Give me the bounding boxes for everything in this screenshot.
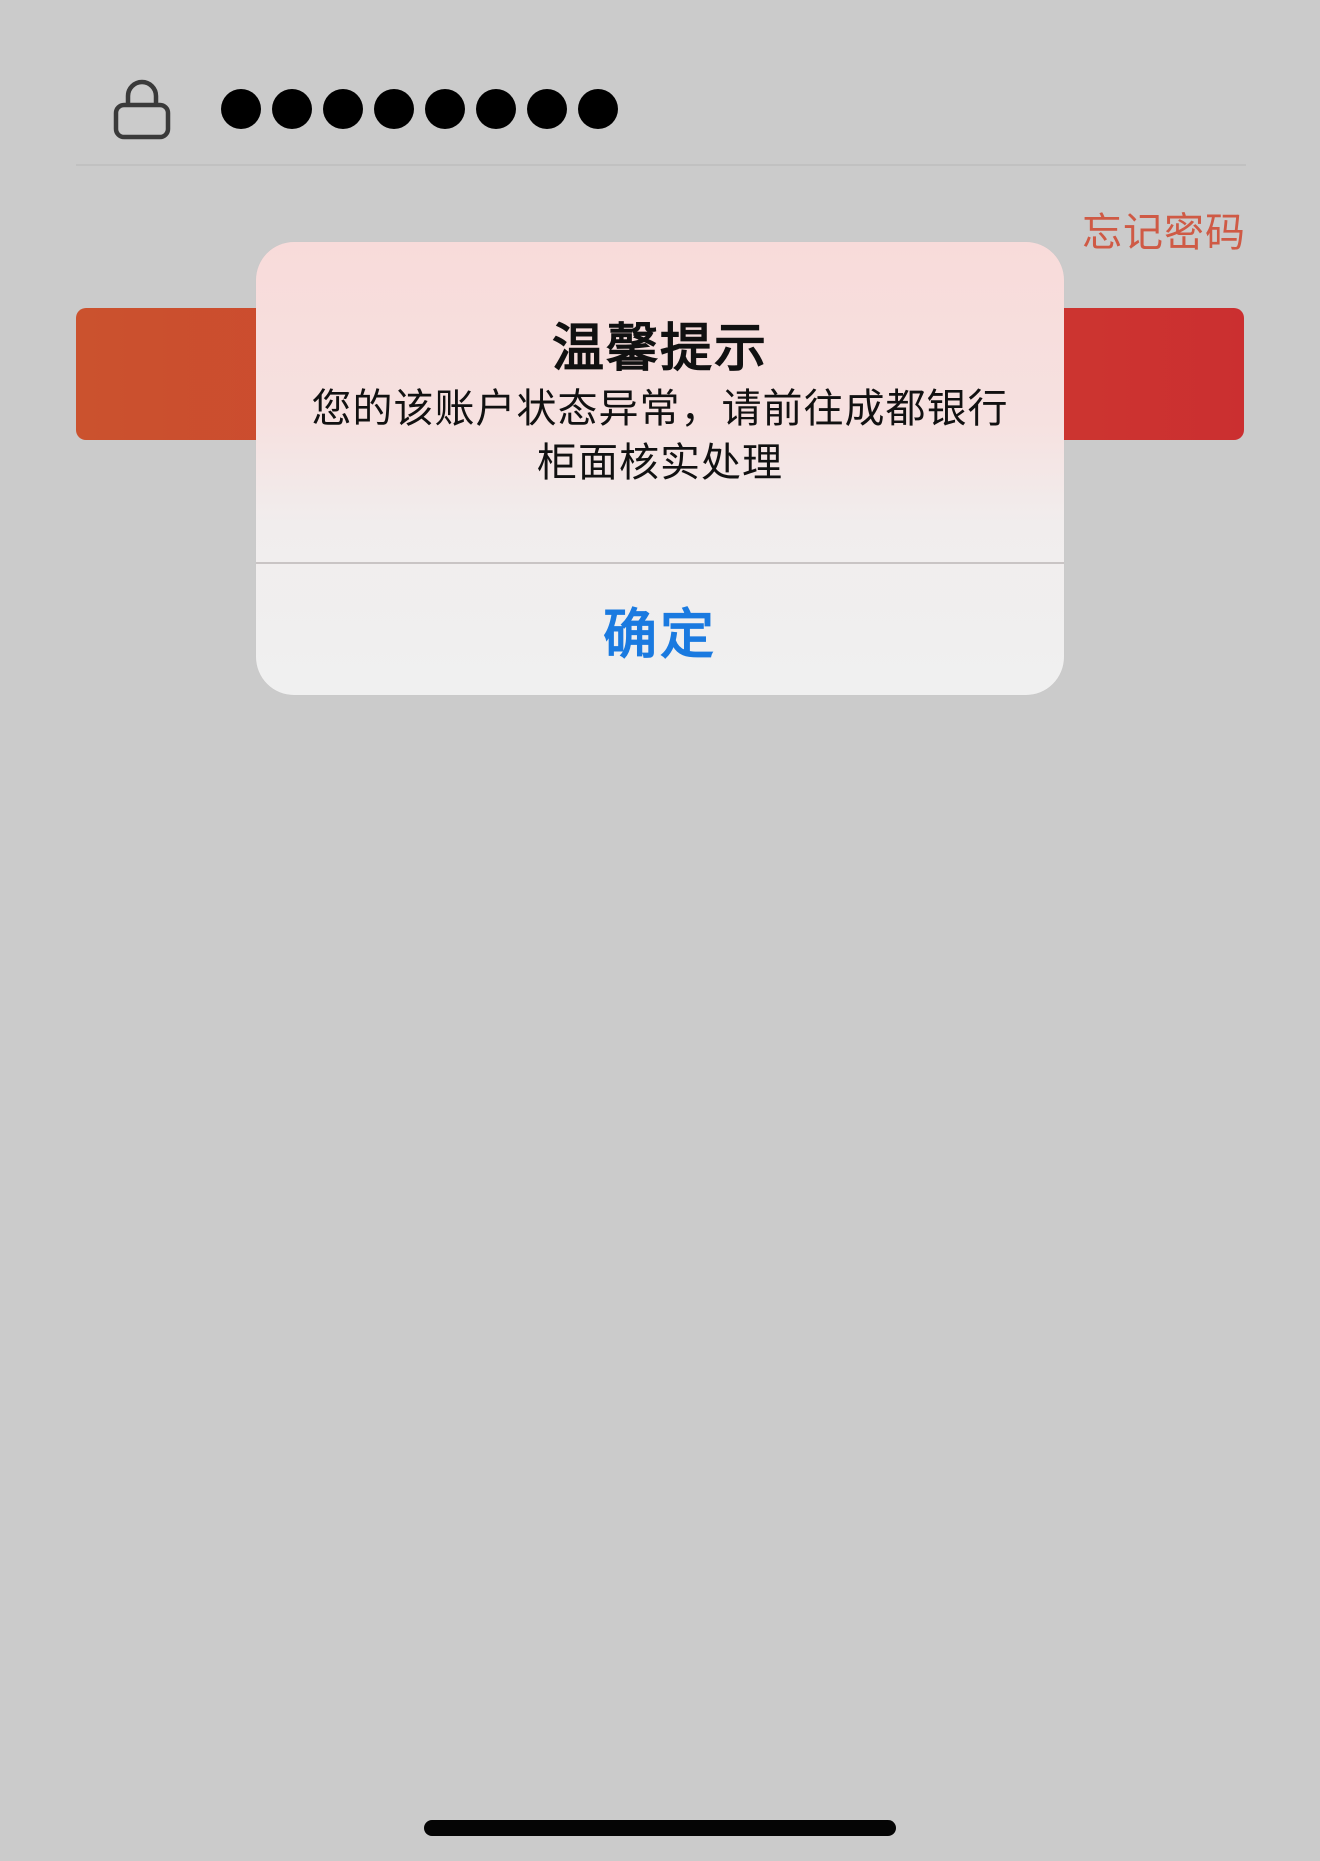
password-dot bbox=[374, 89, 414, 129]
password-dot bbox=[221, 89, 261, 129]
password-dot bbox=[578, 89, 618, 129]
confirm-button[interactable]: 确定 bbox=[256, 564, 1064, 695]
password-dot bbox=[476, 89, 516, 129]
alert-dialog: 温馨提示 您的该账户状态异常，请前往成都银行柜面核实处理 确定 bbox=[256, 242, 1064, 695]
dialog-title: 温馨提示 bbox=[551, 319, 768, 379]
forgot-password-link[interactable]: 忘记密码 bbox=[1082, 200, 1246, 258]
lock-icon bbox=[113, 79, 171, 140]
password-dot bbox=[323, 89, 363, 129]
password-dot bbox=[527, 89, 567, 129]
dialog-message: 您的该账户状态异常，请前往成都银行柜面核实处理 bbox=[311, 386, 1009, 486]
home-indicator[interactable] bbox=[424, 1820, 896, 1836]
password-masked-value bbox=[221, 88, 618, 130]
password-dot bbox=[272, 89, 312, 129]
password-field[interactable] bbox=[76, 60, 1246, 166]
password-dot bbox=[425, 89, 465, 129]
login-screen: 忘记密码 温馨提示 您的该账户状态异常，请前往成都银行柜面核实处理 确定 bbox=[0, 0, 1320, 1861]
